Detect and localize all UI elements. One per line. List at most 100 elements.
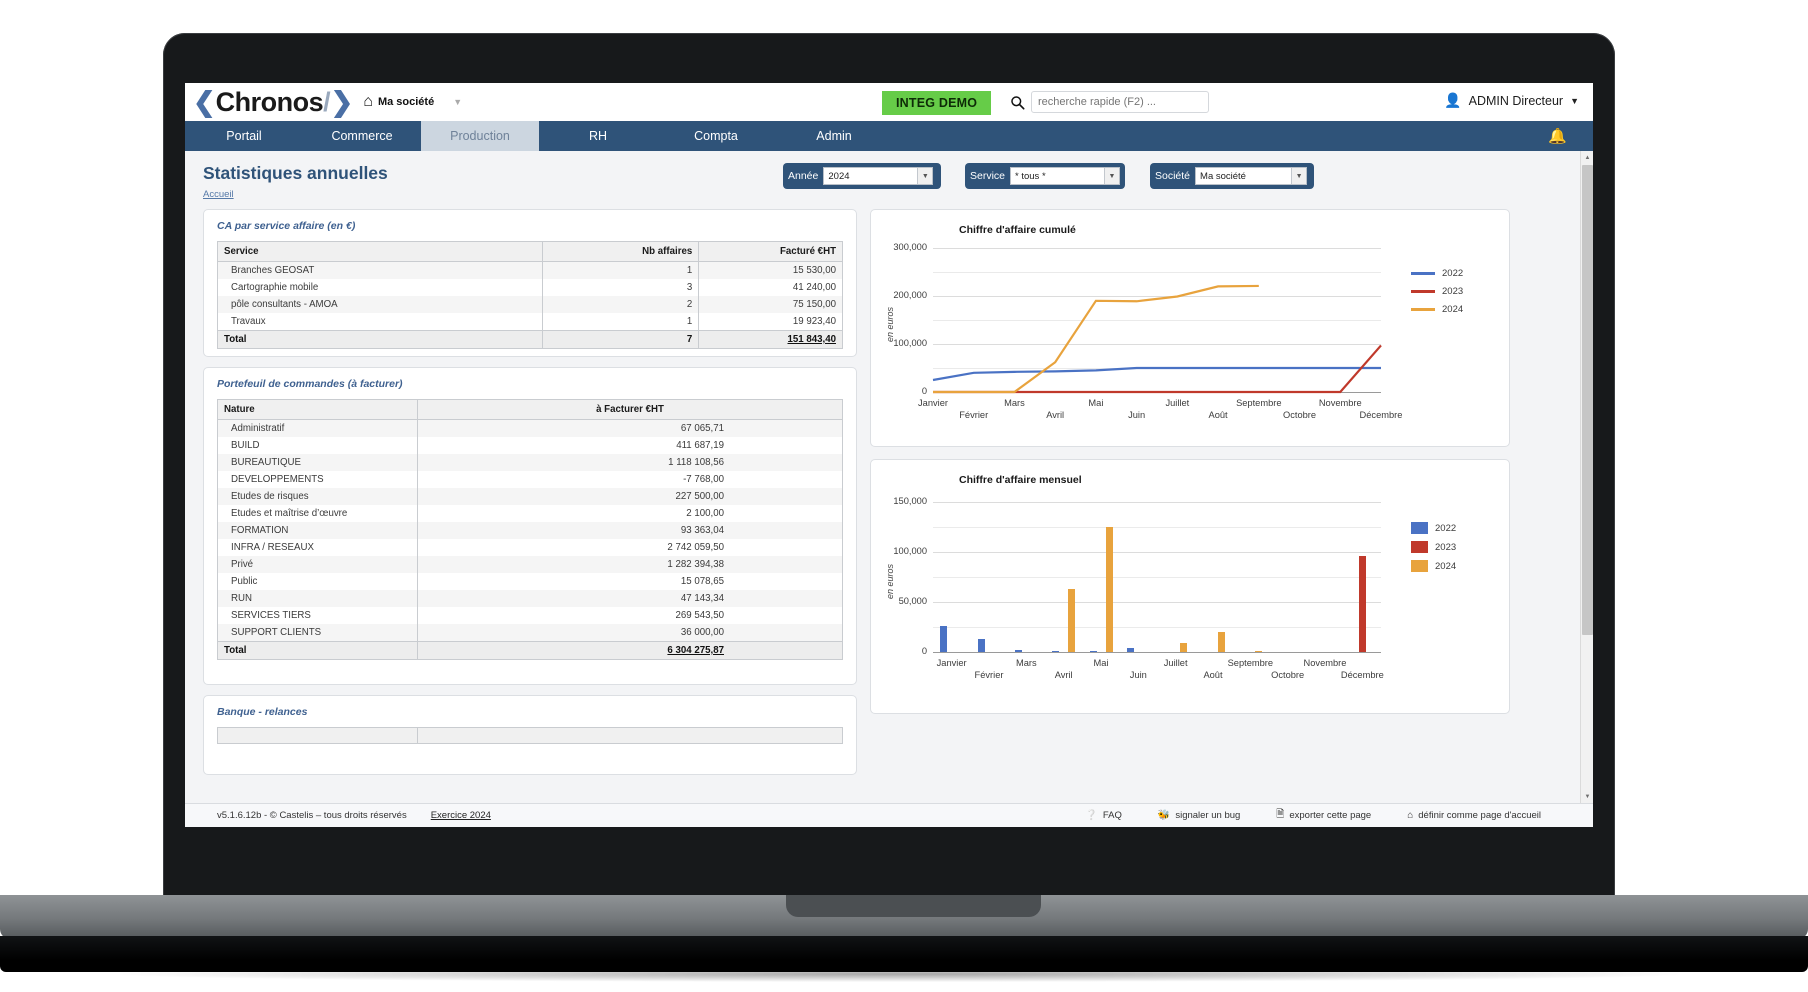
legend-item-2022[interactable]: 2022 [1411, 522, 1456, 534]
legend-label: 2024 [1442, 304, 1464, 315]
chart-x-tick: Avril [1054, 670, 1073, 680]
col-banque-2 [417, 727, 843, 744]
chart-gridline [933, 552, 1381, 553]
legend-item-2024[interactable]: 2024 [1411, 560, 1456, 572]
filter-annee-select[interactable]: 2024 ▼ [823, 167, 934, 185]
chart-x-tick: Juillet [1163, 658, 1188, 668]
chart-bar-2024-Septembre [1254, 651, 1262, 652]
search-icon[interactable] [1010, 95, 1025, 110]
legend-item-2022[interactable]: 2022 [1411, 268, 1463, 279]
vertical-scrollbar[interactable]: ▲ ▼ [1580, 151, 1593, 803]
legend-label: 2022 [1435, 522, 1457, 534]
chart-gridline-minor [933, 627, 1381, 628]
scrollbar-thumb[interactable] [1582, 165, 1593, 635]
cell-service: Travaux [217, 313, 543, 331]
nav-tab-admin[interactable]: Admin [775, 121, 893, 151]
table-row[interactable]: BUREAUTIQUE 1 118 108,56 [217, 454, 843, 471]
chart-cumule-legend: 2022 2023 2024 [1411, 268, 1463, 322]
legend-label: 2024 [1435, 560, 1457, 572]
table-row[interactable]: SUPPORT CLIENTS 36 000,00 [217, 624, 843, 642]
table-row[interactable]: INFRA / RESEAUX 2 742 059,50 [217, 539, 843, 556]
cell-facture: 15 530,00 [698, 261, 843, 279]
panel-portefeuille-commandes: Portefeuil de commandes (à facturer) Nat… [203, 367, 857, 685]
table-row[interactable]: DEVELOPPEMENTS -7 768,00 [217, 471, 843, 488]
nav-tab-production[interactable]: Production [421, 121, 539, 151]
footer-link-signaler-bug-label: signaler un bug [1175, 810, 1241, 821]
notifications-bell-icon[interactable]: 🔔 [1548, 127, 1567, 145]
legend-item-2024[interactable]: 2024 [1411, 304, 1463, 315]
user-menu[interactable]: 👤 ADMIN Directeur ▼ [1444, 92, 1579, 109]
nav-tab-portail[interactable]: Portail [185, 121, 303, 151]
col-nb-affaires: Nb affaires [541, 241, 700, 262]
nav-tab-rh[interactable]: RH [539, 121, 657, 151]
col-facture: Facturé €HT [698, 241, 843, 262]
table-ca-par-service: Service Nb affaires Facturé €HT Branches… [217, 241, 843, 349]
col-banque-1 [217, 727, 418, 744]
nav-tab-compta[interactable]: Compta [657, 121, 775, 151]
col-nature: Nature [217, 399, 418, 420]
search-input[interactable] [1031, 91, 1209, 113]
cell-nature: Administratif [217, 419, 418, 437]
table-row[interactable]: FORMATION 93 363,04 [217, 522, 843, 539]
panel-ca-title: CA par service affaire (en €) [217, 220, 356, 232]
filter-societe-select[interactable]: Ma société ▼ [1195, 167, 1308, 185]
table-row[interactable]: Cartographie mobile 3 41 240,00 [217, 279, 843, 296]
table-row[interactable]: Public 15 078,65 [217, 573, 843, 590]
cell-nature: BUILD [217, 437, 418, 454]
table-row[interactable]: Etudes de risques 227 500,00 [217, 488, 843, 505]
scroll-down-icon[interactable]: ▼ [1581, 790, 1593, 803]
table-row[interactable]: SERVICES TIERS 269 543,50 [217, 607, 843, 624]
cell-nature: Etudes et maîtrise d’œuvre [217, 505, 418, 522]
logo-right-chevron-icon: ❯ [330, 86, 354, 117]
chart-y-tick: 0 [921, 646, 927, 656]
chart-bar-2022-Janvier [940, 626, 948, 652]
laptop-shadow [120, 966, 1680, 982]
footer-exercice-link[interactable]: Exercice 2024 [431, 810, 491, 821]
footer-link-signaler-bug[interactable]: 🐝 signaler un bug [1158, 810, 1240, 821]
app-logo[interactable]: ❮ Chronos / ❯ [193, 87, 353, 118]
table-row[interactable]: Travaux 1 19 923,40 [217, 313, 843, 331]
chart-bar-2023-Décembre [1358, 555, 1366, 652]
footer: v5.1.6.12b - © Castelis – tous droits ré… [185, 803, 1593, 827]
top-bar: ❮Chronos/❯ ⌂ Ma société ▼ INTEG DEMO [185, 83, 1593, 121]
legend-item-2023[interactable]: 2023 [1411, 286, 1463, 297]
table-row[interactable]: Branches GEOSAT 1 15 530,00 [217, 261, 843, 279]
cell-a-facturer: 227 500,00 [417, 488, 843, 505]
cell-a-facturer: -7 768,00 [417, 471, 843, 488]
footer-link-faq[interactable]: ❔ FAQ [1085, 810, 1121, 821]
scroll-up-icon[interactable]: ▲ [1581, 151, 1593, 164]
table-row[interactable]: BUILD 411 687,19 [217, 437, 843, 454]
chart-mensuel-legend: 2022 2023 2024 [1411, 522, 1456, 579]
cell-nature: Privé [217, 556, 418, 573]
legend-swatch [1411, 290, 1435, 293]
cell-nature: FORMATION [217, 522, 418, 539]
company-selector[interactable]: ⌂ Ma société ▼ [363, 94, 462, 110]
table-row[interactable]: Etudes et maîtrise d’œuvre 2 100,00 [217, 505, 843, 522]
chart-y-axis-label: en euros [885, 563, 895, 599]
logo-left-chevron-icon: ❮ [193, 86, 216, 117]
total-nb: 7 [541, 330, 700, 349]
legend-label: 2022 [1442, 268, 1464, 279]
chart-bar-2024-Juillet [1180, 642, 1188, 652]
total-a-facturer: 6 304 275,87 [417, 641, 843, 660]
footer-link-exporter-label: exporter cette page [1289, 810, 1372, 821]
cell-a-facturer: 36 000,00 [417, 624, 843, 642]
legend-swatch [1411, 308, 1435, 311]
table-row[interactable]: Privé 1 282 394,38 [217, 556, 843, 573]
table-row[interactable]: Administratif 67 065,71 [217, 419, 843, 437]
filter-service-select[interactable]: * tous * ▼ [1010, 167, 1120, 185]
user-name: ADMIN Directeur [1468, 93, 1564, 108]
chevron-down-icon: ▼ [453, 97, 463, 107]
cell-a-facturer: 67 065,71 [417, 419, 843, 437]
footer-link-page-accueil[interactable]: ⌂ définir comme page d'accueil [1407, 810, 1541, 821]
breadcrumb[interactable]: Accueil [203, 189, 234, 200]
filter-annee-label: Année [788, 170, 819, 182]
table-row[interactable]: pôle consultants - AMOA 2 75 150,00 [217, 296, 843, 313]
nav-tab-commerce[interactable]: Commerce [303, 121, 421, 151]
chart-x-tick: Mars [1015, 658, 1037, 668]
total-label: Total [217, 330, 543, 349]
table-row[interactable]: RUN 47 143,34 [217, 590, 843, 607]
footer-link-exporter[interactable]: 🗎 exporter cette page [1276, 807, 1371, 824]
legend-item-2023[interactable]: 2023 [1411, 541, 1456, 553]
cell-a-facturer: 15 078,65 [417, 573, 843, 590]
